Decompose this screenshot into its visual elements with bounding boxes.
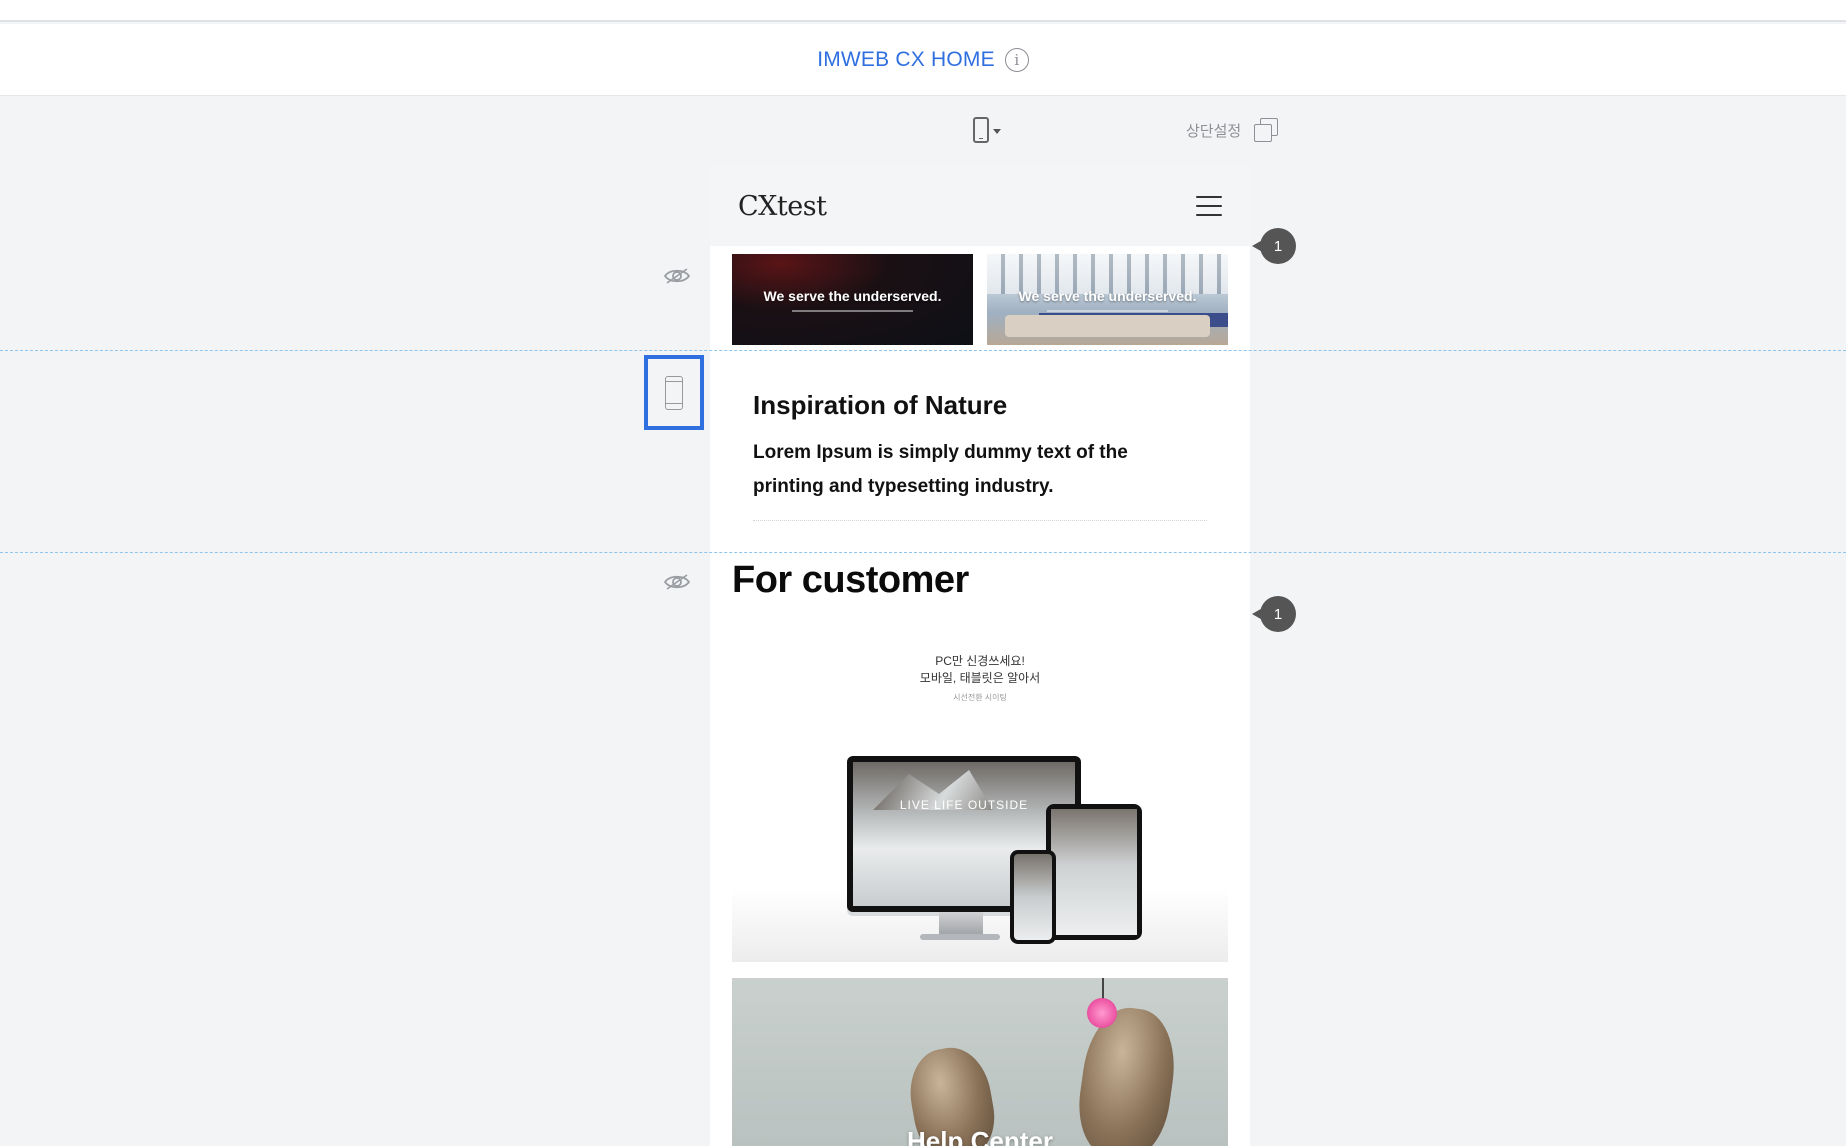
chevron-down-icon — [993, 128, 1001, 134]
banner-text: We serve the underserved. — [763, 288, 942, 304]
top-strip — [0, 0, 1846, 22]
divider — [753, 520, 1207, 521]
promo-line-2: 모바일, 태블릿은 알아서 — [919, 671, 1041, 685]
help-center-banner[interactable]: Help Center — [732, 978, 1228, 1146]
customer-section-title: For customer — [732, 559, 969, 601]
monitor-base — [920, 934, 1000, 940]
section-body: Lorem Ipsum is simply dummy text of the … — [753, 442, 1128, 497]
text-section[interactable]: Inspiration of Nature Lorem Ipsum is sim… — [710, 352, 1250, 548]
copy-icon[interactable] — [1253, 117, 1279, 143]
help-center-label: Help Center — [907, 1126, 1053, 1146]
hamburger-menu-icon[interactable] — [1196, 196, 1222, 216]
banner-subtext-line — [1047, 310, 1168, 312]
tablet-mockup — [1046, 804, 1142, 940]
title-bar: IMWEB CX HOME i — [0, 24, 1846, 96]
section-guide-line — [0, 552, 1846, 553]
site-header: CXtest — [710, 166, 1250, 246]
banner-slider: We serve the underserved. We serve the u… — [732, 254, 1228, 345]
flower-toy — [1087, 998, 1117, 1028]
section-guide-line — [0, 350, 1846, 351]
cat-image — [1072, 1002, 1182, 1146]
banner-slide[interactable]: We serve the underserved. — [732, 254, 973, 345]
visibility-eye-icon[interactable] — [663, 573, 691, 591]
monitor-stand — [939, 912, 983, 936]
banner-slide[interactable]: We serve the underserved. — [987, 254, 1228, 345]
header-setting-label: 상단설정 — [1186, 122, 1242, 140]
monitor-screen-text: LIVE LIFE OUTSIDE — [899, 798, 1029, 812]
badge-count: 1 — [1273, 237, 1283, 255]
promo-line-3: 시선전환 시이팅 — [953, 693, 1007, 702]
mobile-visibility-toggle[interactable] — [644, 355, 704, 430]
visibility-eye-icon[interactable] — [663, 267, 691, 285]
badge-count: 1 — [1273, 605, 1283, 623]
page-title[interactable]: IMWEB CX HOME — [817, 48, 995, 72]
promo-line-1: PC만 신경쓰세요! — [935, 654, 1025, 668]
mobile-device-icon — [973, 117, 989, 143]
comment-count-badge[interactable]: 1 — [1252, 228, 1296, 264]
site-preview-canvas: CXtest We serve the underserved. We serv… — [710, 166, 1250, 1146]
comment-count-badge[interactable]: 1 — [1252, 596, 1296, 632]
section-heading: Inspiration of Nature — [753, 390, 1008, 420]
header-setting-button[interactable]: 상단설정 — [1186, 117, 1279, 143]
responsive-promo-image[interactable]: PC만 신경쓰세요! 모바일, 태블릿은 알아서 시선전환 시이팅 LIVE L… — [732, 628, 1228, 962]
site-logo[interactable]: CXtest — [738, 191, 827, 222]
info-icon[interactable]: i — [1004, 47, 1029, 72]
device-view-dropdown[interactable] — [973, 116, 1001, 144]
mobile-device-icon — [665, 375, 683, 410]
banner-text: We serve the underserved. — [1018, 288, 1197, 304]
phone-mockup — [1010, 850, 1056, 944]
banner-subtext-line — [792, 310, 913, 312]
